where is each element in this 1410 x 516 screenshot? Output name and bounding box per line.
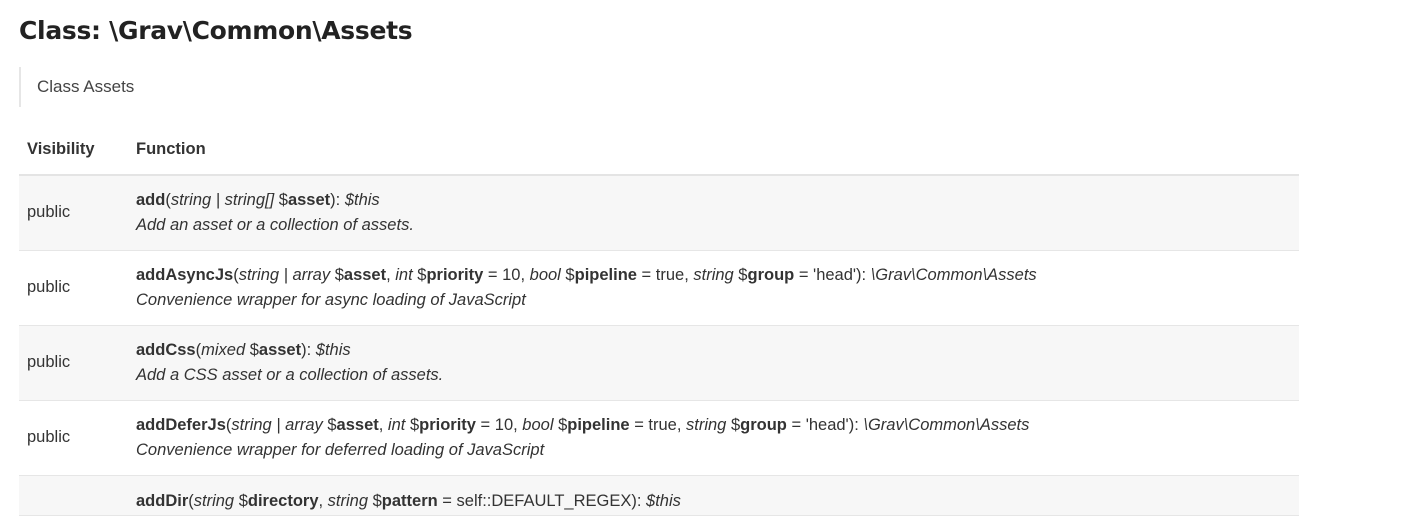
signature-type-part: $this (315, 340, 351, 359)
signature-name-part: asset (343, 265, 387, 284)
function-cell: addAsyncJs(string | array $asset, int $p… (128, 250, 1299, 326)
signature-name-part: pipeline (574, 265, 637, 284)
method-description: Convenience wrapper for deferred loading… (136, 440, 545, 459)
visibility-cell: public (19, 325, 128, 401)
signature-type-part: string (193, 491, 235, 510)
class-summary-quote: Class Assets (19, 67, 619, 107)
table-row: public addAsyncJs(string | array $asset,… (19, 250, 1299, 326)
table-row: public addCss(mixed $asset): $this Add a… (19, 325, 1299, 401)
table-row: public addDeferJs(string | array $asset,… (19, 400, 1299, 476)
method-signature: addCss(mixed $asset): $this (136, 338, 1291, 363)
signature-text-part: $ (560, 265, 575, 284)
signature-text-part: = 10, (475, 415, 523, 434)
signature-type-part: bool (522, 415, 554, 434)
signature-text-part: = 'head'): (786, 415, 864, 434)
method-description: Add a CSS asset or a collection of asset… (136, 365, 444, 384)
function-cell: addDir(string $directory, string $patter… (128, 475, 1299, 516)
signature-text-part: = 'head'): (794, 265, 871, 284)
column-header-function: Function (128, 124, 1299, 176)
signature-type-part: $this (646, 491, 681, 510)
visibility-cell: public (19, 400, 128, 476)
method-signature: addDeferJs(string | array $asset, int $p… (136, 413, 1291, 438)
function-cell: add(string | string[] $asset): $this Add… (128, 175, 1299, 251)
signature-text-part: $ (553, 415, 568, 434)
signature-type-part: $this (344, 190, 380, 209)
signature-text-part: $ (234, 491, 248, 510)
signature-text-part: $ (733, 265, 748, 284)
table-row-partial: addDir(string $directory, string $patter… (19, 475, 1299, 516)
page-title: Class: \Grav\Common\Assets (19, 16, 413, 45)
signature-text-part: $ (405, 415, 420, 434)
signature-text-part: = true, (636, 265, 694, 284)
signature-text-part: , (386, 265, 396, 284)
signature-name-part: directory (247, 491, 319, 510)
signature-name-part: asset (336, 415, 379, 434)
signature-type-part: int (387, 415, 406, 434)
signature-type-part: string | string[] (170, 190, 275, 209)
signature-name-part: add (136, 190, 166, 209)
signature-text-part: ): (301, 340, 316, 359)
signature-type-part: string | array (238, 265, 331, 284)
function-cell: addDeferJs(string | array $asset, int $p… (128, 400, 1299, 476)
signature-type-part: string (693, 265, 734, 284)
signature-text-part: $ (330, 265, 344, 284)
signature-text-part: , (378, 415, 388, 434)
methods-table: Visibility Function public add(string | … (19, 124, 1299, 516)
column-header-visibility: Visibility (19, 124, 128, 176)
signature-name-part: asset (287, 190, 331, 209)
signature-name-part: addDeferJs (136, 415, 226, 434)
signature-text-part: $ (412, 265, 427, 284)
signature-text-part: = 10, (483, 265, 530, 284)
signature-type-part: mixed (201, 340, 246, 359)
signature-type-part: string (686, 415, 727, 434)
method-description: Add an asset or a collection of assets. (136, 215, 414, 234)
signature-name-part: group (740, 415, 787, 434)
signature-name-part: priority (419, 415, 476, 434)
class-summary: Class Assets (37, 77, 135, 96)
signature-text-part: $ (726, 415, 741, 434)
signature-name-part: asset (258, 340, 302, 359)
signature-text-part: $ (274, 190, 288, 209)
signature-type-part: bool (529, 265, 561, 284)
signature-name-part: pattern (381, 491, 438, 510)
signature-text-part: $ (322, 415, 337, 434)
signature-name-part: group (747, 265, 795, 284)
method-signature: addDir(string $directory, string $patter… (136, 489, 1291, 514)
signature-type-part: int (395, 265, 413, 284)
signature-type-part: string | array (231, 415, 323, 434)
signature-name-part: addAsyncJs (136, 265, 234, 284)
function-cell: addCss(mixed $asset): $this Add a CSS as… (128, 325, 1299, 401)
signature-text-part: $ (245, 340, 259, 359)
signature-text-part: $ (368, 491, 382, 510)
signature-type-part: string (327, 491, 369, 510)
method-signature: addAsyncJs(string | array $asset, int $p… (136, 263, 1291, 288)
signature-name-part: priority (426, 265, 484, 284)
signature-type-part: \Grav\Common\Assets (863, 415, 1030, 434)
method-signature: add(string | string[] $asset): $this (136, 188, 1291, 213)
table-header-row: Visibility Function (19, 124, 1299, 176)
signature-name-part: pipeline (567, 415, 630, 434)
signature-type-part: \Grav\Common\Assets (870, 265, 1037, 284)
method-description: Convenience wrapper for async loading of… (136, 290, 526, 309)
signature-name-part: addCss (136, 340, 196, 359)
visibility-cell (19, 475, 128, 516)
class-doc-page: Class: \Grav\Common\Assets Class Assets … (0, 0, 1410, 516)
signature-name-part: addDir (136, 491, 189, 510)
signature-text-part: , (318, 491, 328, 510)
visibility-cell: public (19, 175, 128, 251)
signature-text-part: = self::DEFAULT_REGEX): (437, 491, 647, 510)
visibility-cell: public (19, 250, 128, 326)
signature-text-part: ): (330, 190, 345, 209)
table-row: public add(string | string[] $asset): $t… (19, 175, 1299, 251)
signature-text-part: = true, (629, 415, 687, 434)
